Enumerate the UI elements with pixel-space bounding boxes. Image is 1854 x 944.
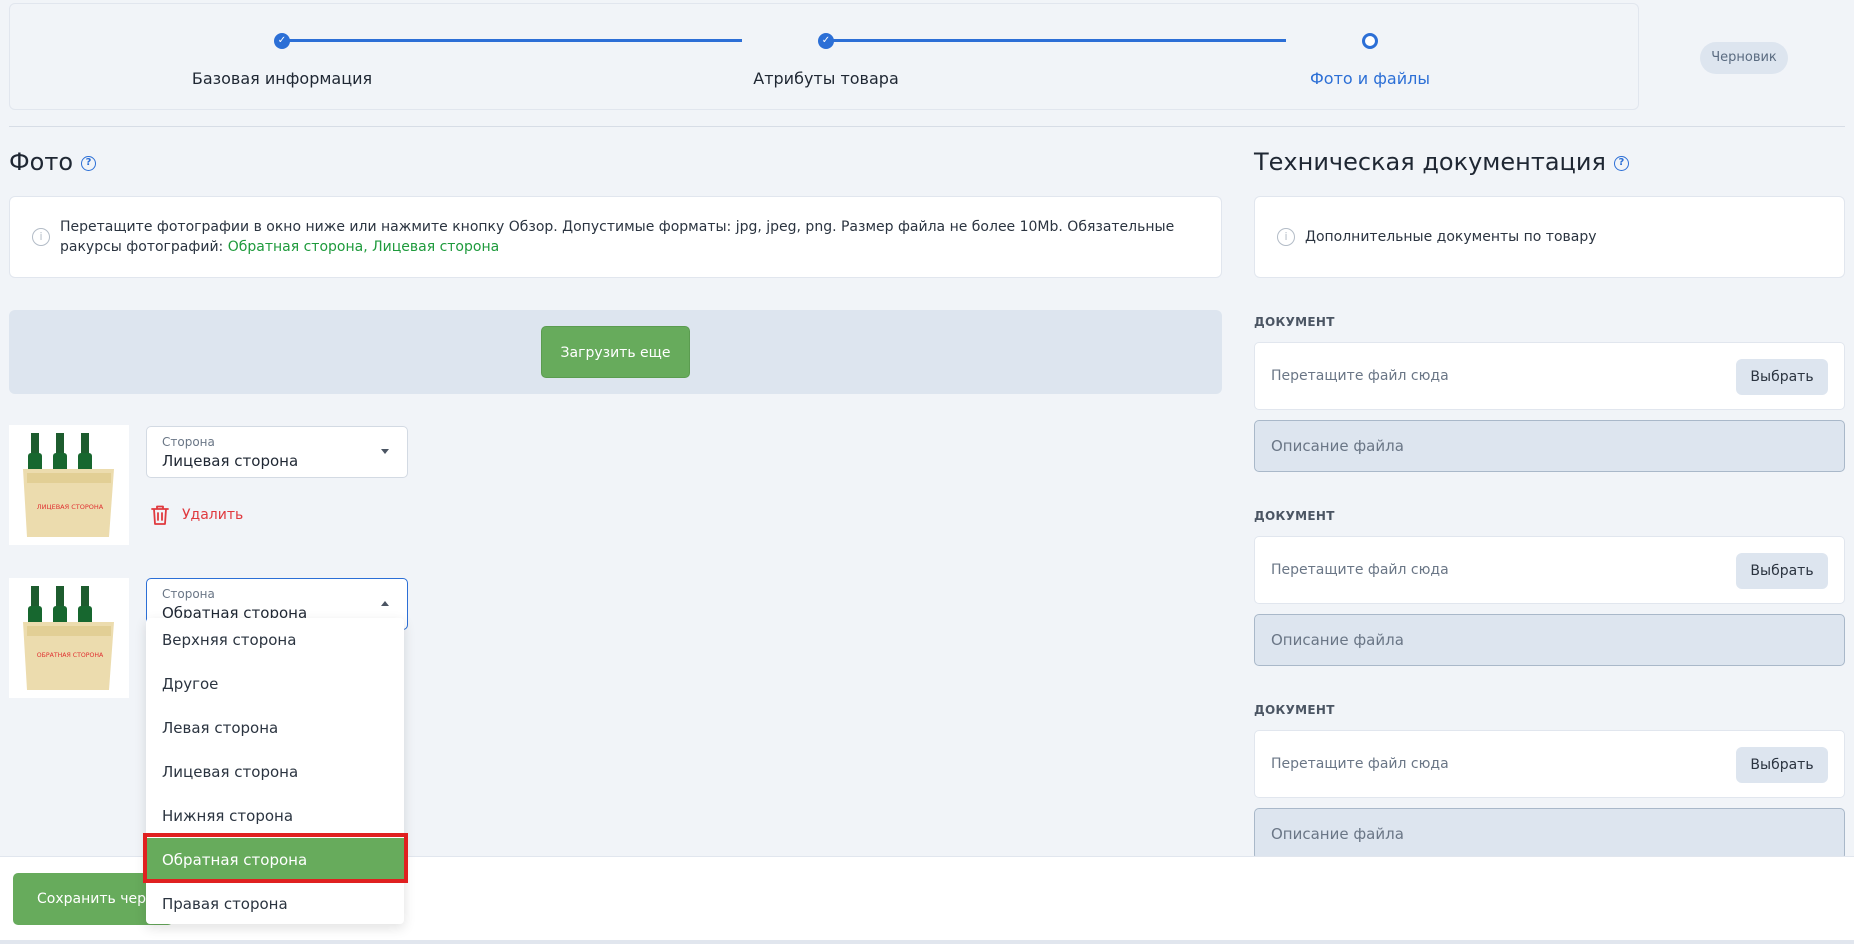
file-placeholder: Перетащите файл сюда [1271, 368, 1449, 384]
choose-file-button[interactable]: Выбрать [1736, 359, 1828, 395]
step-done-check-icon[interactable]: ✓ [274, 33, 290, 49]
step-label-basic-info[interactable]: Базовая информация [152, 69, 412, 88]
document-label: ДОКУМЕНТ [1254, 703, 1335, 717]
help-icon[interactable]: ? [81, 155, 97, 171]
file-description-placeholder: Описание файла [1271, 437, 1404, 455]
step-label-attributes[interactable]: Атрибуты товара [696, 69, 956, 88]
step-done-check-icon[interactable]: ✓ [818, 33, 834, 49]
upload-dropzone[interactable]: Загрузить еще [9, 310, 1222, 394]
dropdown-option[interactable]: Левая сторона [146, 706, 404, 750]
step-label-photos-files[interactable]: Фото и файлы [1240, 69, 1500, 88]
photo-section-title: Фото? [9, 148, 97, 176]
side-select[interactable]: Сторона Лицевая сторона [146, 426, 408, 478]
docs-title-text: Техническая документация [1254, 148, 1606, 176]
highlight-box [143, 833, 408, 883]
divider [9, 126, 1845, 127]
info-icon: i [1277, 228, 1295, 246]
step-current-icon[interactable] [1362, 33, 1378, 49]
delete-label[interactable]: Удалить [182, 507, 243, 523]
info-icon: i [32, 228, 50, 246]
photo-title-text: Фото [9, 148, 74, 176]
docs-section-title: Техническая документация? [1254, 148, 1629, 176]
side-select-label: Сторона [162, 587, 215, 601]
file-description-placeholder: Описание файла [1271, 631, 1404, 649]
footer-divider [0, 940, 1854, 944]
choose-file-button[interactable]: Выбрать [1736, 747, 1828, 783]
dropdown-option[interactable]: Другое [146, 662, 404, 706]
dropdown-option[interactable]: Нижняя сторона [146, 794, 404, 838]
status-badge: Черновик [1700, 42, 1788, 74]
file-placeholder: Перетащите файл сюда [1271, 756, 1449, 772]
file-description-placeholder: Описание файла [1271, 825, 1404, 843]
six-pack-image: ОБРАТНАЯ СТОРОНА [9, 578, 129, 698]
step-connector [282, 39, 742, 42]
file-description-input[interactable]: Описание файла [1254, 614, 1845, 666]
required-sides: Обратная сторона, Лицевая сторона [227, 239, 500, 255]
chevron-up-icon[interactable] [381, 601, 389, 606]
trash-icon[interactable] [150, 504, 170, 526]
thumb-label: ЛИЦЕВАЯ СТОРОНА [37, 503, 104, 511]
photo-thumbnail: ЛИЦЕВАЯ СТОРОНА [9, 425, 129, 545]
thumb-label: ОБРАТНАЯ СТОРОНА [37, 652, 104, 659]
stepper: ✓ ✓ Базовая информация Атрибуты товара Ф… [9, 3, 1639, 110]
photo-thumbnail: ОБРАТНАЯ СТОРОНА [9, 578, 129, 698]
document-label: ДОКУМЕНТ [1254, 509, 1335, 523]
photo-info-card: i Перетащите фотографии в окно ниже или … [9, 196, 1222, 278]
docs-info-text: Дополнительные документы по товару [1305, 229, 1597, 245]
side-select-value: Лицевая сторона [162, 452, 299, 470]
side-select-label: Сторона [162, 435, 215, 449]
dropdown-option[interactable]: Правая сторона [146, 882, 404, 926]
upload-more-button[interactable]: Загрузить еще [541, 326, 690, 378]
dropdown-option[interactable]: Лицевая сторона [146, 750, 404, 794]
file-placeholder: Перетащите файл сюда [1271, 562, 1449, 578]
choose-file-button[interactable]: Выбрать [1736, 553, 1828, 589]
docs-info-card: i Дополнительные документы по товару [1254, 196, 1845, 278]
photo-info-text: Перетащите фотографии в окно ниже или на… [60, 217, 1200, 257]
dropdown-option[interactable]: Верхняя сторона [146, 618, 404, 662]
delete-photo-button[interactable]: Удалить [150, 502, 243, 528]
document-label: ДОКУМЕНТ [1254, 315, 1335, 329]
step-connector [826, 39, 1286, 42]
six-pack-image: ЛИЦЕВАЯ СТОРОНА [9, 425, 129, 545]
help-icon[interactable]: ? [1613, 155, 1629, 171]
document-file-dropzone[interactable]: Перетащите файл сюда Выбрать [1254, 536, 1845, 604]
file-description-input[interactable]: Описание файла [1254, 420, 1845, 472]
document-file-dropzone[interactable]: Перетащите файл сюда Выбрать [1254, 730, 1845, 798]
file-description-input[interactable]: Описание файла [1254, 808, 1845, 860]
chevron-down-icon[interactable] [381, 449, 389, 454]
document-file-dropzone[interactable]: Перетащите файл сюда Выбрать [1254, 342, 1845, 410]
